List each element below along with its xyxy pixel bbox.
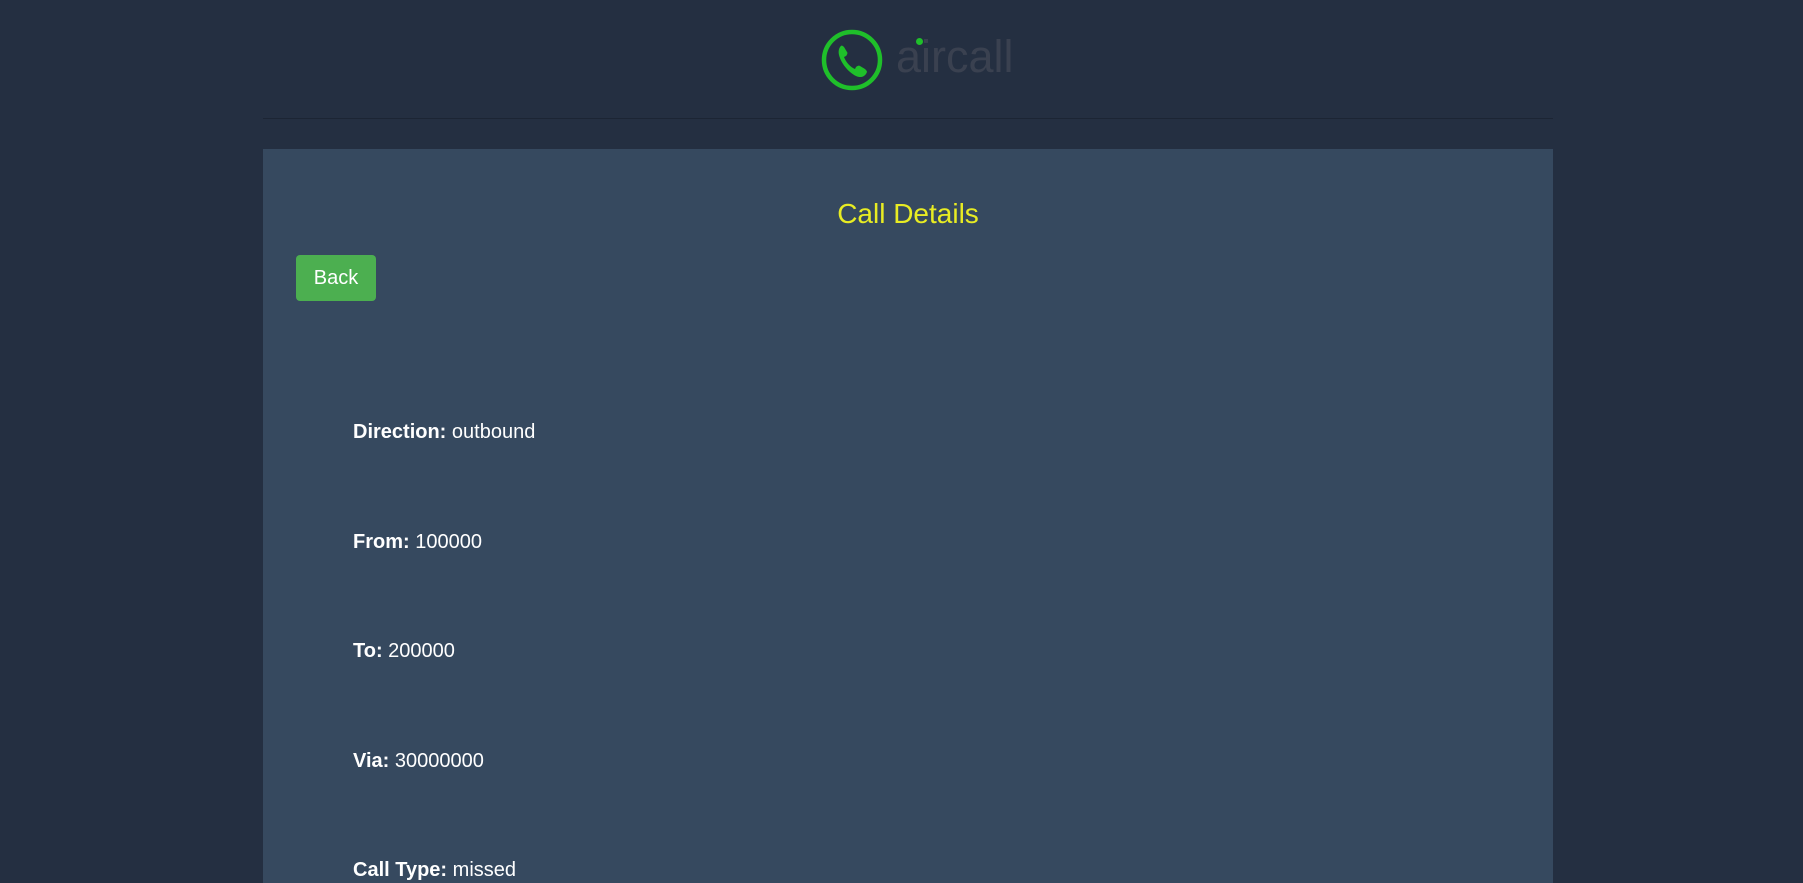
detail-label: Call Type:: [353, 859, 448, 881]
detail-via: Via: 30000000: [353, 751, 484, 771]
detail-from: From: 100000: [353, 532, 482, 552]
detail-label: Via:: [353, 750, 390, 772]
detail-direction: Direction: outbound: [353, 422, 535, 442]
detail-label: To:: [353, 640, 383, 662]
detail-value: 30000000: [394, 750, 484, 772]
call-details-panel: Call Details Back Direction: outbound Fr…: [263, 149, 1553, 883]
detail-value: 100000: [415, 531, 482, 553]
back-button[interactable]: Back: [296, 255, 376, 301]
phone-circle-icon: [821, 29, 883, 91]
detail-call-type: Call Type: missed: [353, 860, 516, 880]
detail-label: From:: [353, 531, 410, 553]
header: aircall: [263, 0, 1553, 119]
detail-label: Direction:: [353, 421, 447, 443]
page-title: Call Details: [837, 198, 979, 229]
logo-text: aircall: [896, 31, 1014, 82]
aircall-logo[interactable]: aircall: [820, 28, 1014, 92]
detail-value: 200000: [388, 640, 455, 662]
detail-value: outbound: [451, 421, 536, 443]
detail-value: missed: [452, 859, 517, 881]
detail-to: To: 200000: [353, 641, 455, 661]
